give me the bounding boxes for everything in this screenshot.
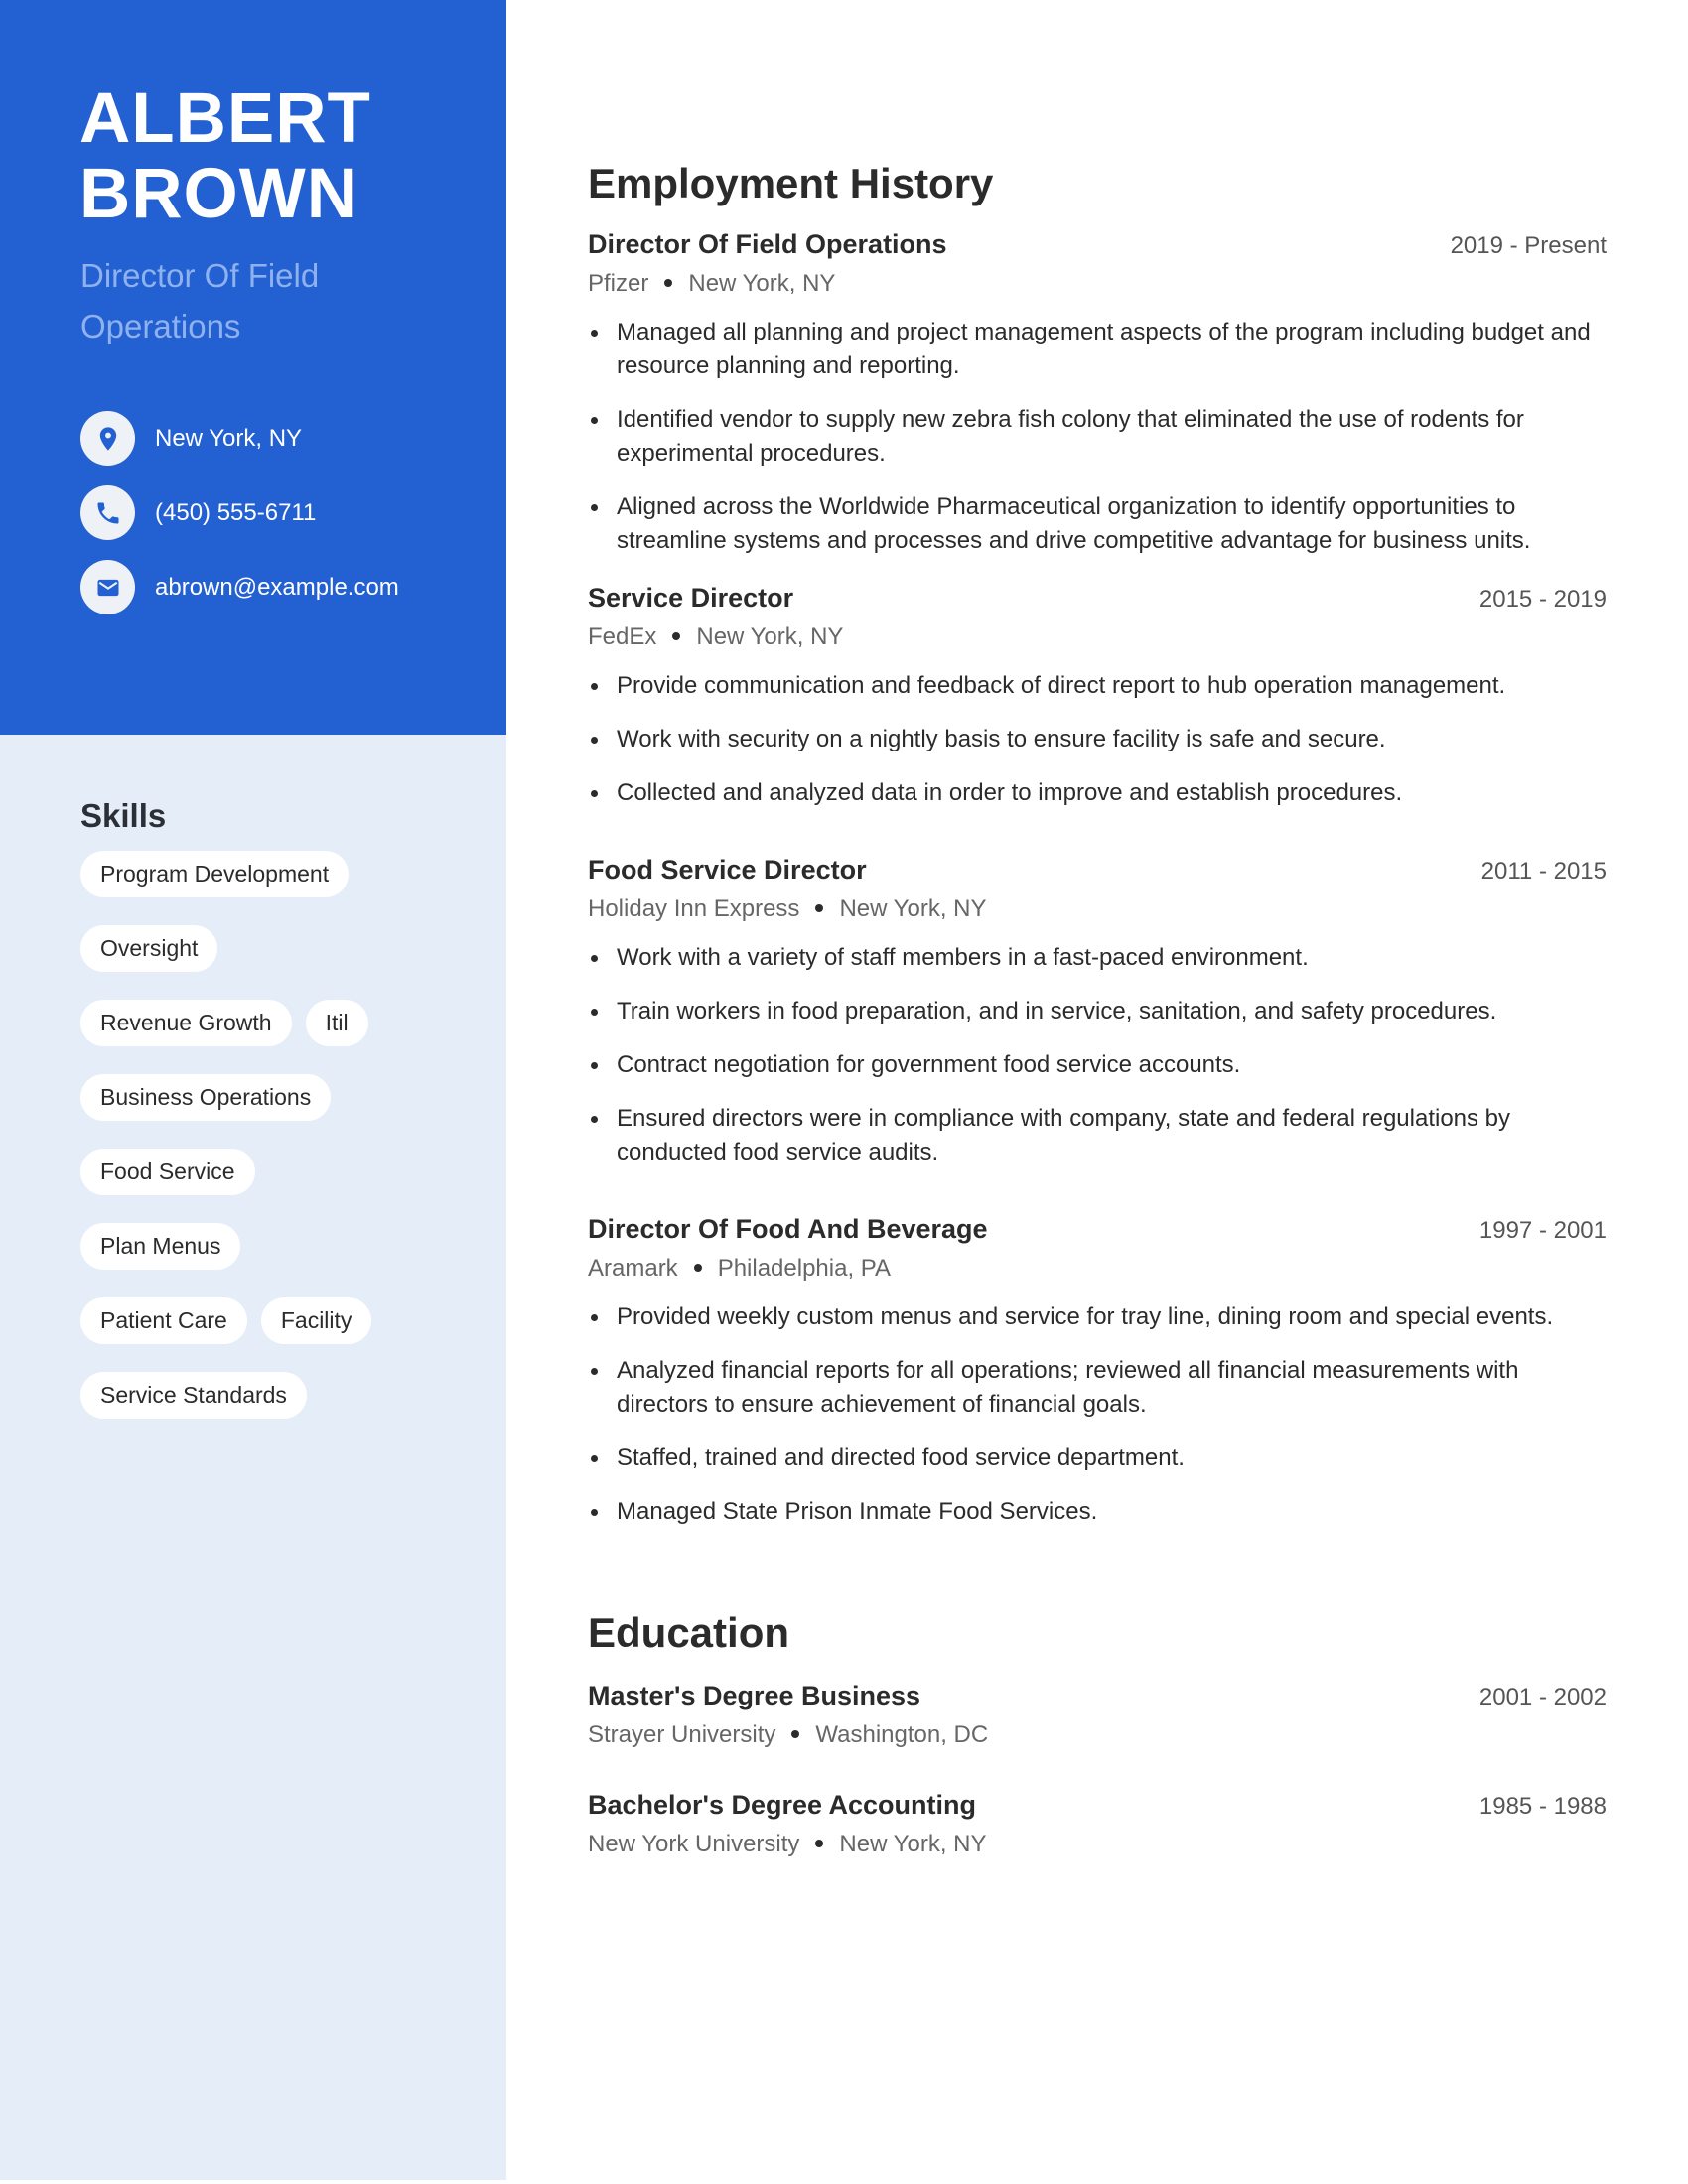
- school-location: New York, NY: [839, 1831, 987, 1857]
- school-location: Washington, DC: [815, 1721, 989, 1748]
- skill-tag: Itil: [305, 1000, 368, 1046]
- contact-phone-text[interactable]: (450) 555-6711: [155, 498, 316, 528]
- last-name: BROWN: [79, 155, 359, 233]
- bullet-item: Provided weekly custom menus and service…: [588, 1300, 1607, 1334]
- contact-location: New York, NY: [80, 411, 399, 466]
- sidebar-header: ALBERT BROWN Director Of Field Operation…: [0, 0, 506, 735]
- skills-list: Program Development Oversight Revenue Gr…: [80, 851, 458, 1419]
- phone-icon: [80, 485, 135, 540]
- job-location: Philadelphia, PA: [717, 1255, 892, 1282]
- bullet-item: Managed State Prison Inmate Food Service…: [588, 1495, 1607, 1529]
- education-meta: Strayer University Washington, DC: [588, 1717, 1607, 1753]
- education-dates: 1985 - 1988: [1478, 1793, 1607, 1820]
- degree: Bachelor's Degree Accounting: [588, 1790, 977, 1820]
- first-name: ALBERT: [79, 79, 371, 158]
- job-location: New York, NY: [696, 623, 844, 650]
- sidebar: ALBERT BROWN Director Of Field Operation…: [0, 0, 506, 2180]
- bullet-item: Ensured directors were in compliance wit…: [588, 1102, 1607, 1169]
- skill-tag: Revenue Growth: [80, 1000, 292, 1046]
- job-bullets: Work with a variety of staff members in …: [588, 941, 1607, 1169]
- job-bullets: Provide communication and feedback of di…: [588, 669, 1607, 810]
- employment-history-heading: Employment History: [588, 160, 994, 206]
- bullet-item: Contract negotiation for government food…: [588, 1048, 1607, 1082]
- skill-tag: Plan Menus: [80, 1223, 241, 1270]
- job-dates: 2019 - Present: [1450, 232, 1607, 259]
- bullet-item: Identified vendor to supply new zebra fi…: [588, 403, 1607, 471]
- job-meta: Aramark Philadelphia, PA: [588, 1251, 1607, 1287]
- education-meta: New York University New York, NY: [588, 1827, 1607, 1862]
- job-location: New York, NY: [839, 895, 987, 922]
- separator-dot: [815, 903, 824, 912]
- candidate-title: Director Of Field Operations: [80, 257, 320, 344]
- bullet-item: Train workers in food preparation, and i…: [588, 995, 1607, 1028]
- job-role: Director Of Field Operations: [588, 229, 947, 259]
- job-role: Service Director: [588, 583, 794, 613]
- contact-email-text[interactable]: abrown@example.com: [155, 573, 399, 603]
- contact-list: New York, NY (450) 555-6711 abrown@examp…: [80, 411, 399, 634]
- job-location: New York, NY: [688, 270, 836, 297]
- bullet-item: Analyzed financial reports for all opera…: [588, 1354, 1607, 1422]
- skill-tag: Service Standards: [80, 1372, 307, 1419]
- bullet-item: Work with a variety of staff members in …: [588, 941, 1607, 975]
- bullet-item: Aligned across the Worldwide Pharmaceuti…: [588, 490, 1607, 558]
- job-bullets: Managed all planning and project managem…: [588, 316, 1607, 558]
- job-entry: Director Of Food And Beverage 1997 - 200…: [588, 1211, 1607, 1549]
- job-bullets: Provided weekly custom menus and service…: [588, 1300, 1607, 1529]
- bullet-item: Provide communication and feedback of di…: [588, 669, 1607, 703]
- bullet-item: Work with security on a nightly basis to…: [588, 723, 1607, 756]
- job-entry: Service Director 2015 - 2019 FedEx New Yo…: [588, 580, 1607, 830]
- skill-tag: Patient Care: [80, 1297, 247, 1344]
- education-entry: Bachelor's Degree Accounting 1985 - 1988…: [588, 1787, 1607, 1862]
- skill-tag: Business Operations: [80, 1074, 332, 1121]
- separator-dot: [693, 1263, 702, 1272]
- school: New York University: [588, 1831, 800, 1857]
- separator-dot: [672, 631, 681, 640]
- job-company: FedEx: [588, 623, 657, 650]
- job-meta: Holiday Inn Express New York, NY: [588, 891, 1607, 927]
- job-entry: Food Service Director 2011 - 2015 Holida…: [588, 852, 1607, 1189]
- skill-tag: Program Development: [80, 851, 350, 897]
- job-company: Holiday Inn Express: [588, 895, 800, 922]
- job-role: Food Service Director: [588, 855, 867, 885]
- education-entry: Master's Degree Business 2001 - 2002 Str…: [588, 1678, 1607, 1753]
- skill-tag: Oversight: [80, 925, 218, 972]
- candidate-name: ALBERT BROWN: [79, 81, 371, 232]
- bullet-item: Collected and analyzed data in order to …: [588, 776, 1607, 810]
- skill-tag: Food Service: [80, 1149, 255, 1195]
- bullet-item: Staffed, trained and directed food servi…: [588, 1441, 1607, 1475]
- job-dates: 1997 - 2001: [1478, 1217, 1607, 1244]
- separator-dot: [791, 1729, 800, 1738]
- degree: Master's Degree Business: [588, 1681, 921, 1710]
- job-role: Director Of Food And Beverage: [588, 1214, 988, 1244]
- job-entry: Director Of Field Operations 2019 - Pres…: [588, 226, 1607, 578]
- contact-location-text: New York, NY: [155, 424, 303, 452]
- job-dates: 2015 - 2019: [1478, 586, 1607, 613]
- job-company: Aramark: [588, 1255, 678, 1282]
- location-pin-icon: [80, 411, 135, 466]
- separator-dot: [664, 278, 673, 287]
- bullet-item: Managed all planning and project managem…: [588, 316, 1607, 383]
- separator-dot: [815, 1839, 824, 1847]
- job-company: Pfizer: [588, 270, 649, 297]
- job-dates: 2011 - 2015: [1480, 858, 1607, 885]
- job-meta: Pfizer New York, NY: [588, 266, 1607, 302]
- job-meta: FedEx New York, NY: [588, 619, 1607, 655]
- school: Strayer University: [588, 1721, 776, 1748]
- skills-heading: Skills: [80, 797, 167, 834]
- education-dates: 2001 - 2002: [1478, 1684, 1607, 1710]
- skill-tag: Facility: [260, 1297, 372, 1344]
- contact-email: abrown@example.com: [80, 560, 399, 614]
- education-heading: Education: [588, 1609, 790, 1656]
- mail-icon: [80, 560, 135, 614]
- contact-phone: (450) 555-6711: [80, 485, 399, 540]
